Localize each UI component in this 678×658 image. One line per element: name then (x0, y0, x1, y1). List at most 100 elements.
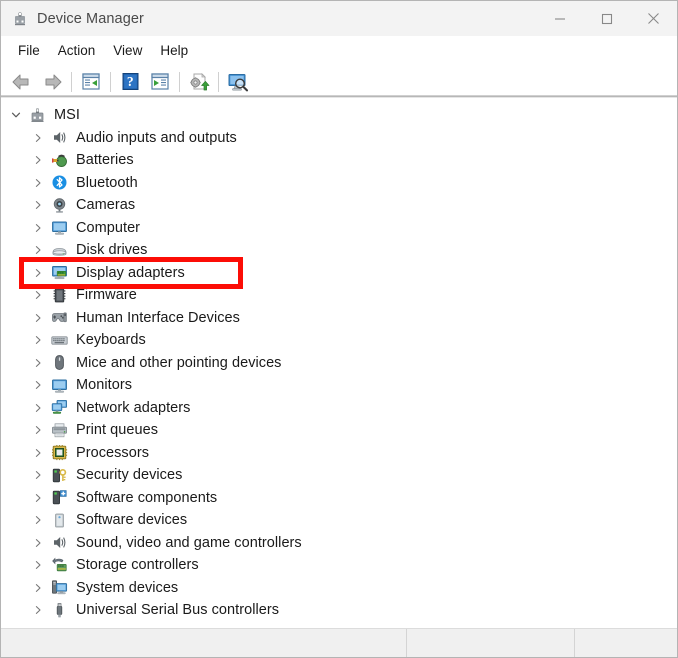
toolbar-separator-4 (218, 71, 219, 92)
properties-button[interactable] (145, 68, 175, 96)
tree-item-label: Print queues (76, 422, 159, 439)
bluetooth-icon (51, 174, 68, 191)
tree-item-firmware[interactable]: Firmware (1, 284, 677, 307)
properties-panel-icon (151, 73, 169, 90)
menu-help[interactable]: Help (151, 40, 197, 61)
help-button[interactable]: ? (115, 68, 145, 96)
chevron-right-icon[interactable] (30, 287, 46, 303)
tree-item-label: Monitors (76, 377, 132, 394)
device-manager-icon (12, 11, 28, 27)
computer-root-icon (29, 107, 46, 124)
forward-button[interactable] (37, 68, 67, 96)
chevron-right-icon[interactable] (30, 242, 46, 258)
update-driver-button[interactable] (184, 68, 214, 96)
chevron-right-icon[interactable] (30, 197, 46, 213)
tree-item-bluetooth[interactable]: Bluetooth (1, 172, 677, 195)
window-controls (536, 1, 677, 36)
svg-text:?: ? (126, 74, 133, 89)
tree-item-network-adapters[interactable]: Network adapters (1, 397, 677, 420)
toolbar-separator-1 (71, 71, 72, 92)
chevron-right-icon[interactable] (30, 310, 46, 326)
monitor-icon (51, 377, 68, 394)
tree-item-label: Disk drives (76, 242, 148, 259)
tree-item-sound-video-and-game-controllers[interactable]: Sound, video and game controllers (1, 532, 677, 555)
tree-item-processors[interactable]: Processors (1, 442, 677, 465)
tree-item-monitors[interactable]: Monitors (1, 374, 677, 397)
chevron-right-icon[interactable] (30, 445, 46, 461)
menu-view[interactable]: View (104, 40, 151, 61)
status-text-3 (575, 629, 677, 641)
tree-item-label: Display adapters (76, 264, 185, 281)
tree-item-mice-and-other-pointing-devices[interactable]: Mice and other pointing devices (1, 352, 677, 375)
processor-chip-icon (51, 444, 68, 461)
tree-item-label: Network adapters (76, 399, 191, 416)
tree-item-label: Storage controllers (76, 557, 199, 574)
tree-item-label: Cameras (76, 197, 136, 214)
chevron-right-icon[interactable] (30, 535, 46, 551)
chevron-right-icon[interactable] (30, 130, 46, 146)
tree-item-storage-controllers[interactable]: Storage controllers (1, 554, 677, 577)
chevron-right-icon[interactable] (30, 512, 46, 528)
tree-item-label: Batteries (76, 152, 134, 169)
chevron-right-icon[interactable] (30, 580, 46, 596)
toolbar-separator-3 (179, 71, 180, 92)
chevron-right-icon[interactable] (30, 422, 46, 438)
tree-item-software-devices[interactable]: Software devices (1, 509, 677, 532)
chevron-right-icon[interactable] (30, 355, 46, 371)
console-tree-icon (82, 73, 100, 90)
speaker-icon (51, 534, 68, 551)
menu-file[interactable]: File (9, 40, 49, 61)
tree-item-universal-serial-bus-controllers[interactable]: Universal Serial Bus controllers (1, 599, 677, 622)
window-title: Device Manager (37, 10, 144, 27)
chevron-right-icon[interactable] (30, 377, 46, 393)
tree-item-root[interactable]: MSI (1, 104, 677, 127)
software-component-icon (51, 489, 68, 506)
tree-item-label: Software devices (76, 512, 188, 529)
tree-item-label: Computer (76, 219, 141, 236)
back-button[interactable] (7, 68, 37, 96)
tree-item-disk-drives[interactable]: Disk drives (1, 239, 677, 262)
help-question-icon: ? (122, 73, 138, 90)
tree-item-display-adapters[interactable]: Display adapters (1, 262, 677, 285)
status-cell-1 (1, 629, 406, 657)
chevron-right-icon[interactable] (30, 152, 46, 168)
menu-bar: File Action View Help (1, 36, 677, 65)
close-button[interactable] (630, 1, 677, 36)
minimize-button[interactable] (536, 1, 583, 36)
chevron-right-icon[interactable] (30, 557, 46, 573)
chevron-right-icon[interactable] (30, 220, 46, 236)
chevron-right-icon[interactable] (30, 602, 46, 618)
tree-item-label: Mice and other pointing devices (76, 354, 282, 371)
chevron-right-icon[interactable] (30, 332, 46, 348)
chevron-right-icon[interactable] (30, 265, 46, 281)
chevron-right-icon[interactable] (30, 490, 46, 506)
chevron-down-icon[interactable] (8, 107, 24, 123)
title-bar: Device Manager (1, 1, 677, 36)
tree-item-system-devices[interactable]: System devices (1, 577, 677, 600)
tree-item-keyboards[interactable]: Keyboards (1, 329, 677, 352)
chevron-right-icon[interactable] (30, 467, 46, 483)
system-device-icon (51, 579, 68, 596)
tree-item-software-components[interactable]: Software components (1, 487, 677, 510)
menu-action[interactable]: Action (49, 40, 105, 61)
device-tree[interactable]: MSI Audio inputs and outputs Batteries B… (1, 98, 677, 628)
back-arrow-icon (12, 74, 29, 89)
status-text-1 (1, 629, 406, 641)
chevron-right-icon[interactable] (30, 400, 46, 416)
tree-item-label: System devices (76, 579, 179, 596)
tree-item-label: Security devices (76, 467, 183, 484)
tree-item-computer[interactable]: Computer (1, 217, 677, 240)
tree-item-human-interface-devices[interactable]: Human Interface Devices (1, 307, 677, 330)
scan-hardware-changes-button[interactable] (223, 68, 253, 96)
network-adapter-icon (51, 399, 68, 416)
tree-item-batteries[interactable]: Batteries (1, 149, 677, 172)
tree-item-security-devices[interactable]: Security devices (1, 464, 677, 487)
maximize-button[interactable] (583, 1, 630, 36)
disk-drive-icon (51, 242, 68, 259)
tree-item-print-queues[interactable]: Print queues (1, 419, 677, 442)
chevron-right-icon[interactable] (30, 175, 46, 191)
tree-item-label: MSI (54, 107, 80, 124)
show-hide-console-tree-button[interactable] (76, 68, 106, 96)
tree-item-cameras[interactable]: Cameras (1, 194, 677, 217)
tree-item-audio-inputs-and-outputs[interactable]: Audio inputs and outputs (1, 127, 677, 150)
